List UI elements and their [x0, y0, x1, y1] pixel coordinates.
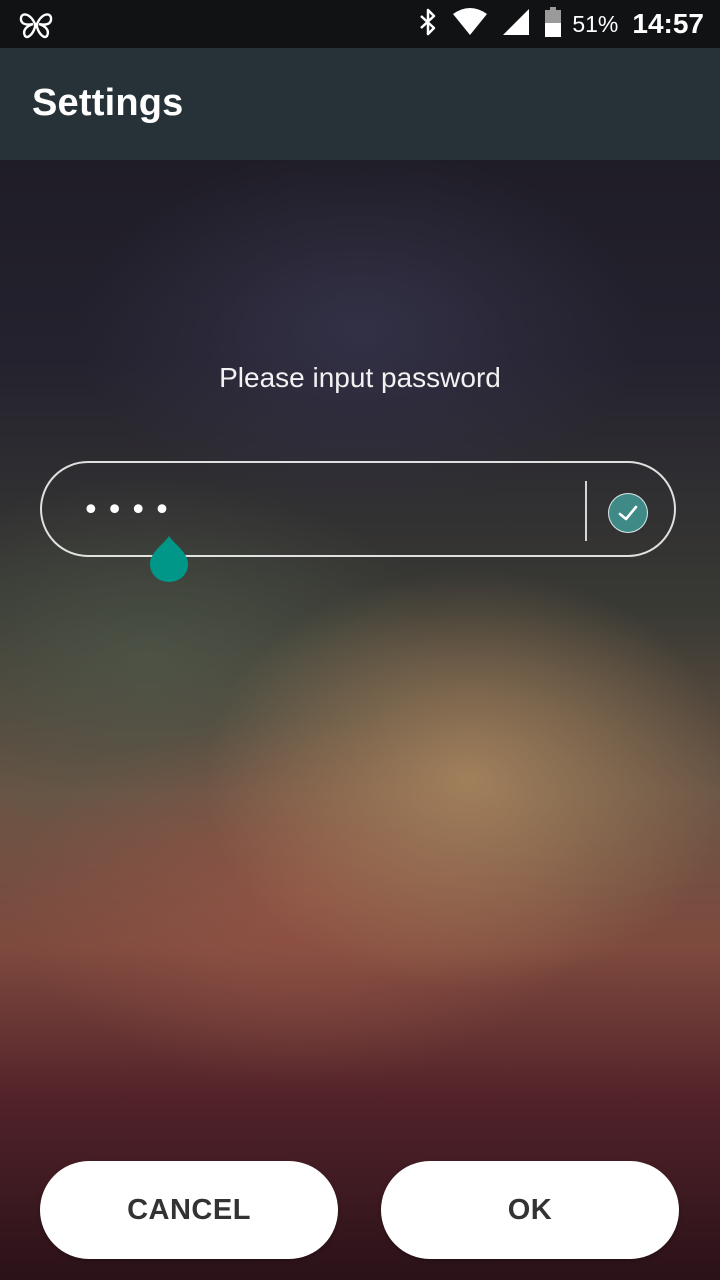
checkmark-icon: [618, 505, 638, 521]
text-cursor-handle[interactable]: [148, 534, 190, 584]
confirm-password-button[interactable]: [608, 493, 648, 533]
butterfly-icon: [18, 10, 54, 40]
app-bar: Settings: [0, 48, 720, 160]
page-title: Settings: [32, 82, 184, 124]
password-prompt: Please input password: [219, 362, 501, 393]
password-field[interactable]: [40, 461, 676, 557]
cell-signal-icon: [502, 8, 530, 41]
wifi-icon: [452, 7, 488, 41]
bluetooth-icon: [418, 7, 438, 42]
password-input[interactable]: [82, 483, 562, 537]
clock: 14:57: [632, 8, 704, 39]
status-icons: 51% 14:57: [404, 0, 704, 48]
ok-button[interactable]: OK: [381, 1161, 679, 1259]
cancel-button[interactable]: CANCEL: [40, 1161, 338, 1259]
status-bar: 51% 14:57: [0, 0, 720, 48]
battery-icon: [544, 6, 562, 42]
screen: 51% 14:57 Settings Please input password…: [0, 0, 720, 1280]
field-divider: [585, 481, 587, 541]
battery-percent: 51%: [572, 10, 619, 37]
